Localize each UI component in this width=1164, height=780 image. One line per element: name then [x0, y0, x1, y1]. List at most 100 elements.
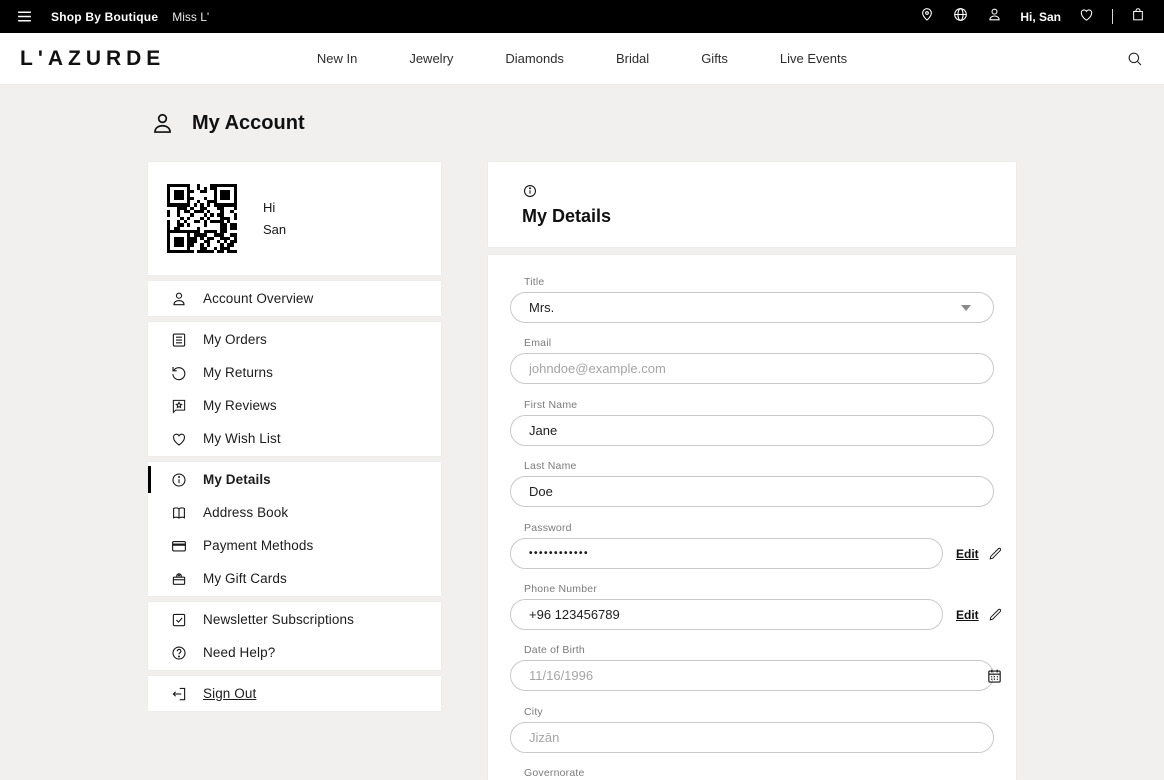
field-label: Phone Number: [524, 583, 1016, 595]
nav-link-gifts[interactable]: Gifts: [701, 51, 728, 66]
field-last-name: Last Name: [488, 460, 1016, 507]
credit-card-icon: [170, 537, 188, 555]
reviews-icon: [170, 397, 188, 415]
sidebar-item-newsletter-subscriptions[interactable]: Newsletter Subscriptions: [148, 603, 441, 636]
sidebar-item-need-help[interactable]: Need Help?: [148, 636, 441, 669]
nav-link-new-in[interactable]: New In: [317, 51, 357, 66]
field-city: City: [488, 706, 1016, 753]
pencil-icon: [988, 546, 1003, 561]
field-dob: Date of Birth: [488, 644, 1016, 691]
field-label: Password: [524, 522, 1016, 534]
nav-link-bridal[interactable]: Bridal: [616, 51, 649, 66]
title-select-value: Mrs.: [529, 300, 554, 315]
field-first-name: First Name: [488, 399, 1016, 446]
field-label: City: [524, 706, 1016, 718]
sidebar-item-my-orders[interactable]: My Orders: [148, 323, 441, 356]
utility-bar: Shop By Boutique Miss L' Hi, San: [0, 0, 1164, 33]
primary-nav: New In Jewelry Diamonds Bridal Gifts Liv…: [0, 51, 1164, 66]
my-details-panel: My Details Title Mrs. Email First: [488, 162, 1016, 780]
sidebar-item-my-wish-list[interactable]: My Wish List: [148, 422, 441, 455]
password-edit-link[interactable]: Edit: [956, 547, 979, 561]
details-form-card: Title Mrs. Email First Name: [488, 255, 1016, 780]
field-email: Email: [488, 337, 1016, 384]
account-sidebar: Hi San Account Overview My Orders My Ret…: [148, 162, 441, 717]
search-icon[interactable]: [1126, 50, 1144, 68]
sign-out-icon: [170, 685, 188, 703]
page-heading: My Account: [149, 110, 305, 137]
sidebar-item-address-book[interactable]: Address Book: [148, 496, 441, 529]
field-label: Email: [524, 337, 1016, 349]
profile-card: Hi San: [148, 162, 441, 275]
info-icon: [170, 471, 188, 489]
account-icon[interactable]: [986, 6, 1003, 28]
sidebar-item-my-gift-cards[interactable]: My Gift Cards: [148, 562, 441, 595]
sidebar-item-my-returns[interactable]: My Returns: [148, 356, 441, 389]
details-header-card: My Details: [488, 162, 1016, 247]
nav-link-diamonds[interactable]: Diamonds: [505, 51, 564, 66]
orders-icon: [170, 331, 188, 349]
address-book-icon: [170, 504, 188, 522]
last-name-field[interactable]: [510, 476, 994, 507]
field-password: Password Edit: [488, 522, 1016, 569]
sidebar-item-label: My Details: [203, 472, 271, 487]
date-of-birth-field[interactable]: [510, 660, 994, 691]
page-title: My Account: [192, 112, 305, 135]
sidebar-item-my-details[interactable]: My Details: [148, 463, 441, 496]
sidebar-item-label: My Returns: [203, 365, 273, 380]
store-locator-icon[interactable]: [919, 6, 935, 27]
sidebar-item-my-reviews[interactable]: My Reviews: [148, 389, 441, 422]
cart-bag-icon[interactable]: [1130, 6, 1146, 28]
first-name-field[interactable]: [510, 415, 994, 446]
field-label: Date of Birth: [524, 644, 1016, 656]
divider: [1112, 9, 1113, 24]
sidebar-item-label: Need Help?: [203, 645, 275, 660]
account-person-icon: [149, 110, 176, 137]
sidebar-item-label: My Gift Cards: [203, 571, 287, 586]
sidebar-item-sign-out[interactable]: Sign Out: [148, 677, 441, 710]
details-title: My Details: [522, 206, 1016, 227]
sidebar-item-label: Address Book: [203, 505, 288, 520]
shop-by-boutique-link[interactable]: Shop By Boutique: [51, 10, 158, 24]
sidebar-item-payment-methods[interactable]: Payment Methods: [148, 529, 441, 562]
sidebar-item-label: Payment Methods: [203, 538, 313, 553]
chevron-down-icon: [961, 305, 971, 311]
sidebar-item-label: My Wish List: [203, 431, 281, 446]
help-icon: [170, 644, 188, 662]
wishlist-heart-icon[interactable]: [1078, 6, 1095, 28]
sidebar-item-account-overview[interactable]: Account Overview: [148, 282, 441, 315]
gift-card-icon: [170, 570, 188, 588]
nav-link-live-events[interactable]: Live Events: [780, 51, 847, 66]
sidebar-group-details: My Details Address Book Payment Methods …: [148, 462, 441, 596]
sidebar-item-label: Account Overview: [203, 291, 313, 306]
field-label: Last Name: [524, 460, 1016, 472]
sidebar-item-label: My Reviews: [203, 398, 277, 413]
password-field[interactable]: [510, 538, 943, 569]
hamburger-menu-icon[interactable]: [16, 8, 33, 25]
email-field[interactable]: [510, 353, 994, 384]
sidebar-group-preferences: Newsletter Subscriptions Need Help?: [148, 602, 441, 670]
language-globe-icon[interactable]: [952, 6, 969, 28]
main-navbar: L'AZURDE New In Jewelry Diamonds Bridal …: [0, 33, 1164, 85]
title-select[interactable]: Mrs.: [510, 292, 994, 323]
field-governorate: Governorate: [488, 767, 1016, 779]
nav-link-jewelry[interactable]: Jewelry: [409, 51, 453, 66]
pencil-icon: [988, 607, 1003, 622]
boutique-name-link[interactable]: Miss L': [172, 10, 209, 24]
sidebar-item-label: My Orders: [203, 332, 267, 347]
password-edit[interactable]: Edit: [956, 546, 1003, 561]
newsletter-checkbox-icon: [170, 611, 188, 629]
heart-icon: [170, 430, 188, 448]
sidebar-group-overview: Account Overview: [148, 281, 441, 316]
field-label: Governorate: [524, 767, 1016, 779]
city-field[interactable]: [510, 722, 994, 753]
field-label: Title: [524, 276, 1016, 288]
greeting-label[interactable]: Hi, San: [1020, 10, 1061, 24]
account-page: Shop By Boutique Miss L' Hi, San L'AZURD…: [0, 0, 1164, 780]
phone-edit-link[interactable]: Edit: [956, 608, 979, 622]
field-title: Title Mrs.: [488, 276, 1016, 323]
phone-edit[interactable]: Edit: [956, 607, 1003, 622]
phone-field[interactable]: [510, 599, 943, 630]
calendar-icon[interactable]: [986, 667, 1003, 684]
details-info-icon: [522, 183, 1016, 199]
qr-code: [167, 184, 237, 254]
